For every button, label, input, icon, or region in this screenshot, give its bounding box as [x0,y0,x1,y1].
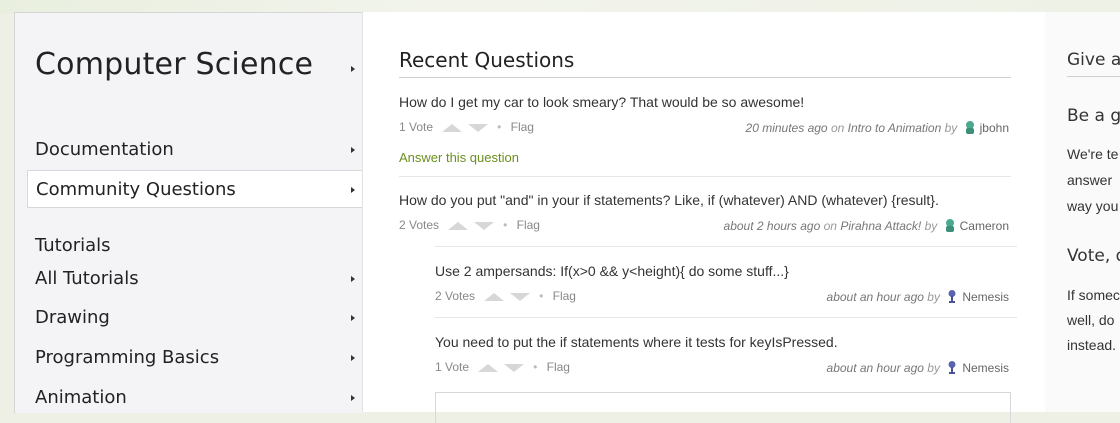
panel-heading: Give a [1067,50,1120,70]
panel-subheading: Be a gu [1067,106,1120,126]
vote-count: 1 Vote [435,360,470,374]
chevron-right-icon [351,315,355,321]
question-meta: 2 Votes • Flag [399,218,540,232]
flag-link[interactable]: Flag [511,120,534,134]
timestamp: about an hour ago [826,361,924,375]
topic-title[interactable]: Computer Science [35,47,313,82]
answer-text: You need to put the if statements where … [435,334,838,350]
vote-down-icon[interactable] [503,363,524,372]
answer-question-link[interactable]: Answer this question [399,150,519,165]
vote-up-icon[interactable] [448,221,469,230]
panel-text-line: If somec [1067,287,1120,303]
sidebar: Computer Science Documentation Community… [14,12,363,413]
sidebar-item-drawing[interactable]: Drawing [15,299,363,337]
answer-attribution: about an hour ago by Nemesis [827,360,1009,375]
main-content: Recent Questions How do I get my car to … [362,12,1046,423]
section-heading-tutorials: Tutorials [35,235,111,256]
program-link[interactable]: Pirahna Attack! [840,219,921,233]
sidebar-item-documentation[interactable]: Documentation [15,131,363,169]
vote-up-icon[interactable] [484,292,505,301]
avatar-icon [948,290,956,303]
username-link[interactable]: Nemesis [962,361,1009,375]
separator-dot: • [533,360,538,374]
sidebar-item-all-tutorials[interactable]: All Tutorials [15,260,363,298]
panel-text-line: We're te [1067,146,1119,162]
by-text: by [944,121,958,135]
on-text: on [830,121,845,135]
sidebar-item-community-questions[interactable]: Community Questions [27,170,363,208]
flag-link[interactable]: Flag [517,218,540,232]
flag-link[interactable]: Flag [553,289,576,303]
username-link[interactable]: jbohn [980,121,1009,135]
timestamp: 20 minutes ago [745,121,828,135]
on-text: on [823,219,837,233]
username-link[interactable]: Cameron [960,219,1009,233]
avatar-icon [945,219,954,232]
by-text: by [927,290,940,304]
vote-down-icon[interactable] [473,221,494,230]
sidebar-item-label: Drawing [35,307,110,328]
question-attribution: 20 minutes ago on Intro to Animation by … [746,120,1009,135]
divider [435,317,1017,318]
flag-link[interactable]: Flag [547,360,570,374]
sidebar-item-label: Documentation [35,139,174,160]
divider [399,77,1011,78]
chevron-right-icon [351,66,355,72]
panel-text-line: instead. [1067,337,1117,353]
vote-down-icon[interactable] [509,292,530,301]
answer-meta: 2 Votes • Flag [435,289,576,303]
vote-up-icon[interactable] [442,123,463,132]
answer-attribution: about an hour ago by Nemesis [827,289,1009,304]
sidebar-item-label: Programming Basics [35,347,220,368]
sidebar-item-programming-basics[interactable]: Programming Basics [15,339,363,377]
chevron-right-icon [351,276,355,282]
sidebar-item-label: Community Questions [36,179,236,200]
vote-up-icon[interactable] [478,363,499,372]
question-meta: 1 Vote • Flag [399,120,534,134]
separator-dot: • [503,218,508,232]
chevron-right-icon [351,147,355,153]
question-attribution: about 2 hours ago on Pirahna Attack! by … [724,218,1009,233]
avatar-icon [948,361,956,374]
question-text[interactable]: How do you put "and" in your if statemen… [399,192,939,208]
vote-count: 2 Votes [399,218,440,232]
right-panel: Give a Be a gu We're te answer way you V… [1045,12,1120,412]
panel-subheading: Vote, d [1067,246,1120,266]
program-link[interactable]: Intro to Animation [848,121,942,135]
question-text[interactable]: How do I get my car to look smeary? That… [399,94,804,110]
username-link[interactable]: Nemesis [962,290,1009,304]
sidebar-item-label: All Tutorials [35,268,139,289]
divider [399,176,1011,177]
timestamp: about an hour ago [826,290,924,304]
separator-dot: • [539,289,544,303]
divider [435,246,1017,247]
answer-text: Use 2 ampersands: If(x>0 && y<height){ d… [435,263,789,279]
vote-count: 2 Votes [435,289,476,303]
divider [1067,76,1120,77]
panel-text-line: well, do [1067,312,1115,328]
avatar-icon [965,121,974,134]
sidebar-item-label: Animation [35,387,127,408]
vote-count: 1 Vote [399,120,434,134]
by-text: by [924,219,938,233]
chevron-right-icon [351,187,355,193]
vote-down-icon[interactable] [467,123,488,132]
chevron-right-icon [351,395,355,401]
by-text: by [927,361,940,375]
sidebar-item-animation[interactable]: Animation [15,379,363,417]
panel-text-line: way you [1067,198,1119,214]
timestamp: about 2 hours ago [723,219,821,233]
answer-input[interactable] [435,392,1011,423]
panel-text-line: answer [1067,172,1113,188]
answer-meta: 1 Vote • Flag [435,360,570,374]
page-title: Recent Questions [399,48,575,72]
separator-dot: • [497,120,502,134]
chevron-right-icon [351,355,355,361]
